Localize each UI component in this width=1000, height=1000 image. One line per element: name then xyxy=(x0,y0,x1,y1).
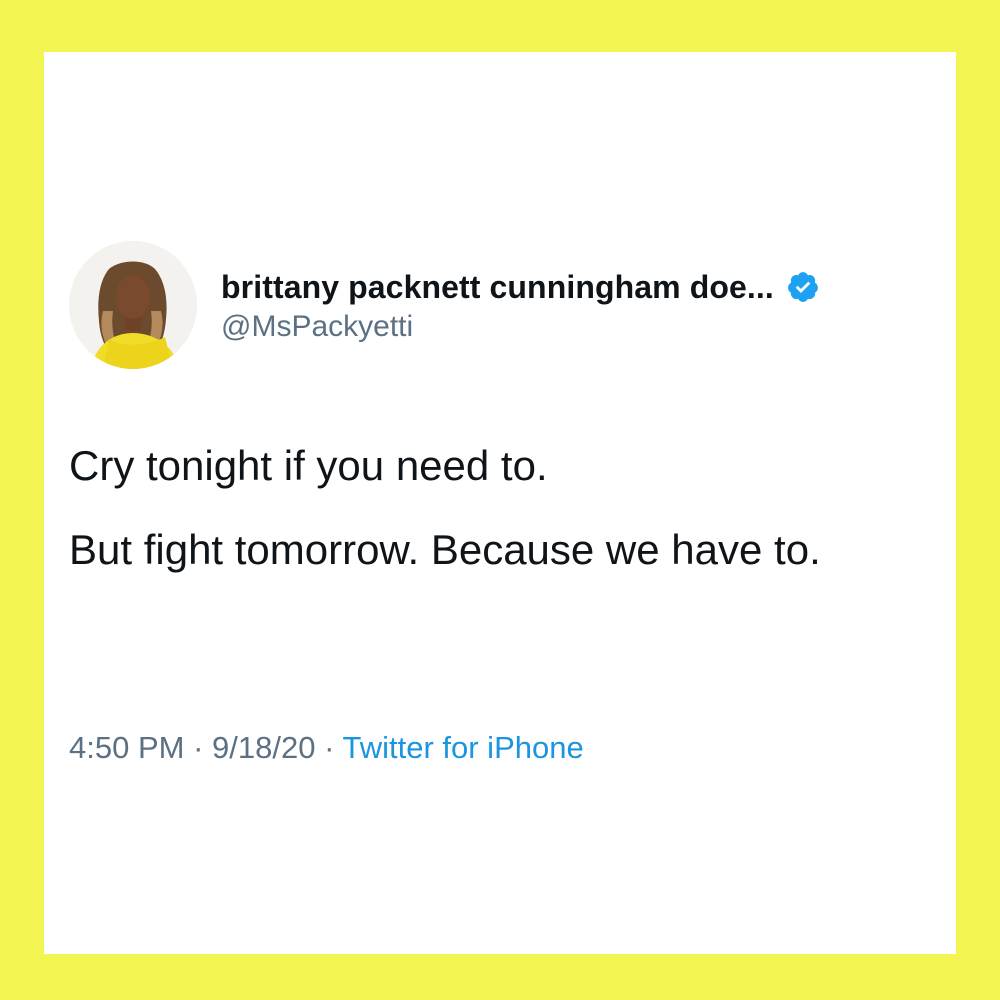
tweet-text: Cry tonight if you need to. But fight to… xyxy=(69,430,929,598)
tweet-source-link[interactable]: Twitter for iPhone xyxy=(342,730,583,765)
author-row: brittany packnett cunningham doe... xyxy=(221,264,820,310)
display-name[interactable]: brittany packnett cunningham doe... xyxy=(221,269,774,306)
meta-separator: · xyxy=(324,730,335,765)
tweet-meta: 4:50 PM · 9/18/20 · Twitter for iPhone xyxy=(69,730,584,766)
avatar[interactable] xyxy=(69,241,197,369)
avatar-image xyxy=(69,241,197,369)
meta-separator: · xyxy=(193,730,204,765)
tweet-paragraph: Cry tonight if you need to. xyxy=(69,442,548,489)
tweet-paragraph: But fight tomorrow. Because we have to. xyxy=(69,526,821,573)
tweet-time[interactable]: 4:50 PM xyxy=(69,730,184,765)
verified-badge-icon xyxy=(786,270,820,304)
tweet-card: brittany packnett cunningham doe... @MsP… xyxy=(44,52,956,954)
tweet-date[interactable]: 9/18/20 xyxy=(212,730,315,765)
author-handle[interactable]: @MsPackyetti xyxy=(221,310,413,344)
